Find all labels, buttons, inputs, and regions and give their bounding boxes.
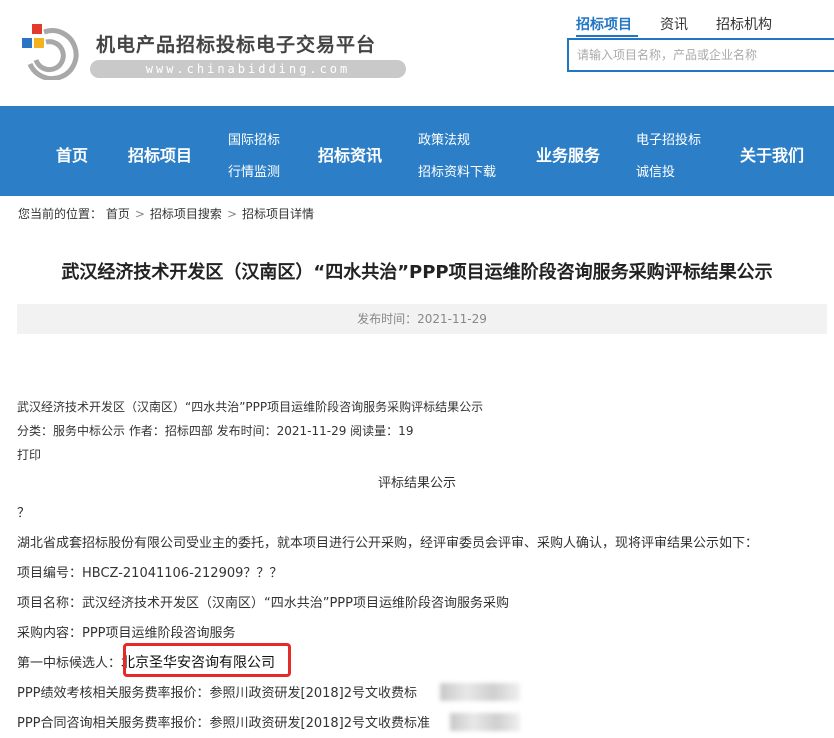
publish-time: 发布时间：2021-11-29 <box>17 304 827 334</box>
search-tab-news[interactable]: 资讯 <box>660 14 688 34</box>
nav-credit[interactable]: 诚信投 <box>636 161 675 180</box>
search-input[interactable] <box>569 40 834 70</box>
search-tab-projects[interactable]: 招标项目 <box>576 14 632 34</box>
site-url[interactable]: www.chinabidding.com <box>90 60 406 78</box>
breadcrumb-prefix: 您当前的位置： <box>18 207 103 221</box>
search-box <box>567 38 834 72</box>
question-mark-line: ？ <box>17 506 31 521</box>
project-number: 项目编号：HBCZ-21041106-212909？？？ <box>17 566 283 581</box>
procurement-content: 采购内容：PPP项目运维阶段咨询服务 <box>17 626 236 641</box>
nav-market-watch[interactable]: 行情监测 <box>228 161 280 180</box>
print-link[interactable]: 打印 <box>17 446 41 463</box>
fee-line-2: PPP合同咨询相关服务费率报价：参照川政资研发[2018]2号文收费标准 <box>17 716 431 731</box>
nav-policy[interactable]: 政策法规 <box>418 129 470 148</box>
redaction-blur <box>440 683 520 701</box>
winner-highlight-box <box>123 643 291 677</box>
intro-paragraph: 湖北省成套招标股份有限公司受业主的委托，就本项目进行公开采购，经评审委员会评审、… <box>17 536 759 551</box>
redaction-blur <box>450 713 520 731</box>
breadcrumb-project-search[interactable]: 招标项目搜索 <box>150 207 222 221</box>
logo-icon[interactable] <box>22 24 80 80</box>
nav-home[interactable]: 首页 <box>56 142 88 166</box>
site-name[interactable]: 机电产品招标投标电子交易平台 <box>96 30 376 57</box>
nav-intl-bidding[interactable]: 国际招标 <box>228 129 280 148</box>
fee-line-1: PPP绩效考核相关服务费率报价：参照川政资研发[2018]2号文收费标 <box>17 686 418 701</box>
article-meta: 分类：服务中标公示 作者：招标四部 发布时间：2021-11-29 阅读量：19 <box>17 424 414 438</box>
section-heading: 评标结果公示 <box>377 476 456 491</box>
nav-projects[interactable]: 招标项目 <box>128 142 192 166</box>
nav-downloads[interactable]: 招标资料下载 <box>418 161 496 180</box>
breadcrumb-project-detail[interactable]: 招标项目详情 <box>242 207 314 221</box>
search-tab-indicator <box>576 35 638 37</box>
nav-news[interactable]: 招标资讯 <box>318 142 382 166</box>
breadcrumb-separator: > <box>134 207 145 221</box>
search-tabs: 招标项目 资讯 招标机构 <box>576 14 772 34</box>
project-name: 项目名称：武汉经济技术开发区（汉南区）“四水共治”PPP项目运维阶段咨询服务采购 <box>17 596 509 611</box>
nav-about[interactable]: 关于我们 <box>740 142 804 166</box>
main-nav: 首页 招标项目 国际招标 行情监测 招标资讯 政策法规 招标资料下载 业务服务 … <box>0 106 834 196</box>
article-subtitle: 武汉经济技术开发区（汉南区）“四水共治”PPP项目运维阶段咨询服务采购评标结果公… <box>17 400 484 414</box>
breadcrumb: 您当前的位置： 首页 > 招标项目搜索 > 招标项目详情 <box>18 205 314 222</box>
search-tab-agencies[interactable]: 招标机构 <box>716 14 772 34</box>
page-title: 武汉经济技术开发区（汉南区）“四水共治”PPP项目运维阶段咨询服务采购评标结果公… <box>61 262 773 283</box>
nav-services[interactable]: 业务服务 <box>536 142 600 166</box>
breadcrumb-separator: > <box>226 207 237 221</box>
breadcrumb-home[interactable]: 首页 <box>106 207 130 221</box>
site-header: 机电产品招标投标电子交易平台 www.chinabidding.com 招标项目… <box>0 0 834 106</box>
winner-label: 第一中标候选人： <box>17 656 122 671</box>
nav-e-bidding[interactable]: 电子招投标 <box>636 129 701 148</box>
